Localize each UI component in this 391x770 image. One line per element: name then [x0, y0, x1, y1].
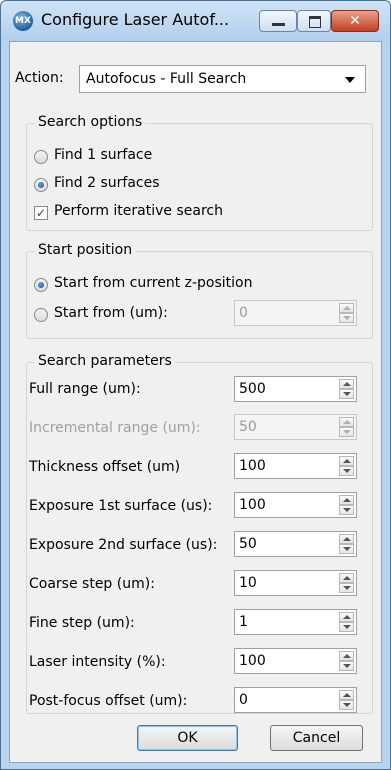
spin-down-icon[interactable]	[339, 661, 354, 671]
window-title: Configure Laser Autof...	[41, 10, 230, 29]
exposure-2nd-spinbox[interactable]: 50	[234, 531, 357, 557]
laser-intensity-label: Laser intensity (%):	[29, 654, 166, 670]
coarse-step-label: Coarse step (um):	[29, 576, 155, 592]
search-parameters-title: Search parameters	[35, 353, 175, 369]
start-from-label[interactable]: Start from (um):	[54, 305, 168, 321]
search-options-title: Search options	[35, 114, 146, 130]
fine-step-spinbox[interactable]: 1	[234, 609, 357, 635]
spin-down-icon[interactable]	[339, 583, 354, 593]
start-from-spinbox: 0	[234, 300, 357, 326]
laser-intensity-value[interactable]: 100	[239, 653, 266, 669]
spin-up-icon[interactable]	[339, 690, 354, 700]
exposure-1st-label: Exposure 1st surface (us):	[29, 498, 213, 514]
start-current-z-radio[interactable]	[34, 278, 48, 292]
iterative-search-checkbox[interactable]: ✓	[34, 206, 48, 220]
spin-down-icon[interactable]	[339, 466, 354, 476]
exposure-1st-spinbox[interactable]: 100	[234, 492, 357, 518]
spin-up-icon[interactable]	[339, 573, 354, 583]
exposure-2nd-label: Exposure 2nd surface (us):	[29, 537, 218, 553]
spin-up-icon	[339, 417, 354, 427]
thickness-offset-spinbox[interactable]: 100	[234, 453, 357, 479]
ok-button[interactable]: OK	[137, 725, 238, 751]
spin-up-icon[interactable]	[339, 651, 354, 661]
action-label: Action:	[15, 70, 64, 86]
full-range-label: Full range (um):	[29, 381, 141, 397]
minimize-button[interactable]	[259, 10, 297, 32]
spin-up-icon[interactable]	[339, 534, 354, 544]
action-selected-value: Autofocus - Full Search	[86, 71, 247, 87]
post-focus-offset-value[interactable]: 0	[239, 692, 248, 708]
title-bar[interactable]: MX Configure Laser Autof... ✕	[1, 1, 390, 41]
exposure-2nd-value[interactable]: 50	[239, 536, 257, 552]
thickness-offset-value[interactable]: 100	[239, 458, 266, 474]
laser-intensity-spinbox[interactable]: 100	[234, 648, 357, 674]
thickness-offset-label: Thickness offset (um)	[29, 459, 181, 475]
find-2-surfaces-radio[interactable]	[34, 178, 48, 192]
spin-up-icon[interactable]	[339, 612, 354, 622]
post-focus-offset-label: Post-focus offset (um):	[29, 693, 188, 709]
chevron-down-icon	[345, 77, 355, 83]
spin-down-icon[interactable]	[339, 700, 354, 710]
spin-up-icon	[339, 303, 354, 313]
full-range-value[interactable]: 500	[239, 381, 266, 397]
spin-down-icon	[339, 313, 354, 323]
fine-step-value[interactable]: 1	[239, 614, 248, 630]
search-options-group: Search options Find 1 surface Find 2 sur…	[26, 114, 373, 231]
exposure-1st-value[interactable]: 100	[239, 497, 266, 513]
start-position-title: Start position	[35, 242, 136, 258]
fine-step-label: Fine step (um):	[29, 615, 135, 631]
spin-down-icon[interactable]	[339, 544, 354, 554]
iterative-search-label[interactable]: Perform iterative search	[54, 203, 223, 219]
start-current-z-label[interactable]: Start from current z-position	[54, 275, 253, 291]
start-from-radio[interactable]	[34, 308, 48, 322]
spin-down-icon[interactable]	[339, 505, 354, 515]
cancel-button[interactable]: Cancel	[270, 725, 363, 751]
spin-down-icon[interactable]	[339, 622, 354, 632]
spin-up-icon[interactable]	[339, 456, 354, 466]
dialog-window: MX Configure Laser Autof... ✕ Action: Au…	[0, 0, 391, 770]
find-1-surface-label[interactable]: Find 1 surface	[54, 147, 152, 163]
close-icon: ✕	[349, 13, 361, 29]
incremental-range-value: 50	[239, 419, 257, 435]
find-2-surfaces-label[interactable]: Find 2 surfaces	[54, 175, 160, 191]
find-1-surface-radio[interactable]	[34, 150, 48, 164]
close-button[interactable]: ✕	[331, 10, 379, 32]
maximize-button[interactable]	[297, 10, 331, 32]
action-dropdown[interactable]: Autofocus - Full Search	[79, 65, 366, 93]
spin-up-icon[interactable]	[339, 379, 354, 389]
start-from-value: 0	[239, 305, 248, 321]
full-range-spinbox[interactable]: 500	[234, 376, 357, 402]
coarse-step-spinbox[interactable]: 10	[234, 570, 357, 596]
spin-down-icon	[339, 427, 354, 437]
dialog-body: Action: Autofocus - Full Search Search o…	[9, 41, 382, 763]
incremental-range-label: Incremental range (um):	[29, 420, 201, 436]
post-focus-offset-spinbox[interactable]: 0	[234, 687, 357, 713]
app-logo-icon: MX	[13, 11, 33, 31]
spin-up-icon[interactable]	[339, 495, 354, 505]
incremental-range-spinbox: 50	[234, 414, 357, 440]
coarse-step-value[interactable]: 10	[239, 575, 257, 591]
spin-down-icon[interactable]	[339, 389, 354, 399]
